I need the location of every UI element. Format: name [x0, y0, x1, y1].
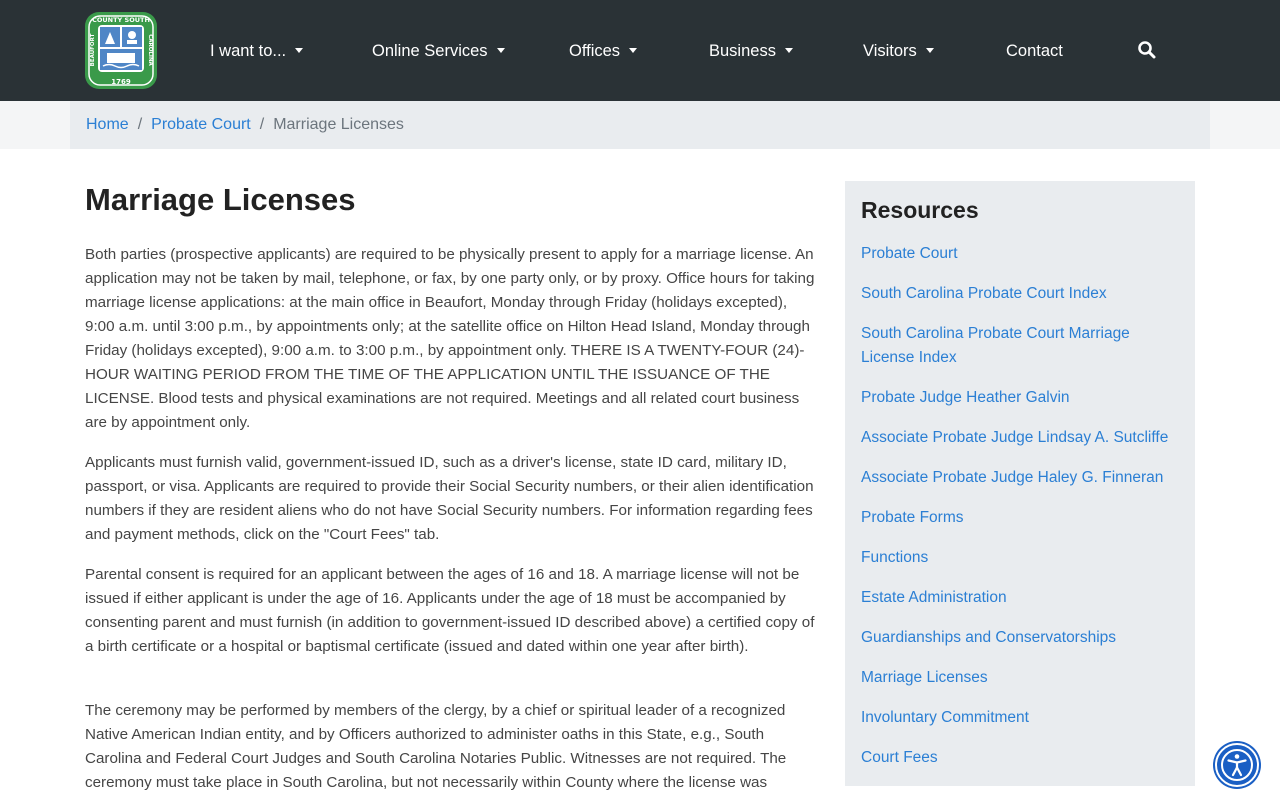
logo-top-text: COUNTY SOUTH [92, 16, 150, 24]
sidebar-link-marriage-license-index[interactable]: South Carolina Probate Court Marriage Li… [861, 322, 1186, 370]
caret-down-icon [496, 47, 505, 53]
nav-contact[interactable]: Contact [1006, 39, 1063, 63]
nav-offices-label: Offices [569, 42, 621, 60]
sidebar-link-probate-court[interactable]: Probate Court [861, 242, 1186, 266]
sidebar-link-probate-forms[interactable]: Probate Forms [861, 506, 1186, 530]
sidebar-link-probate-court-index[interactable]: South Carolina Probate Court Index [861, 282, 1186, 306]
nav-online-services[interactable]: Online Services [372, 39, 505, 63]
nav-visitors[interactable]: Visitors [863, 39, 934, 63]
breadcrumb: Home / Probate Court / Marriage Licenses [86, 113, 404, 137]
caret-down-icon [629, 47, 638, 53]
nav-contact-label: Contact [1006, 42, 1063, 60]
logo-left-text: BEAUFORT [90, 33, 96, 66]
nav-business[interactable]: Business [709, 39, 793, 63]
sidebar-title: Resources [861, 197, 979, 223]
paragraph-ceremony: The ceremony may be performed by members… [85, 702, 787, 791]
caret-down-icon [295, 47, 304, 53]
nav-i-want-to[interactable]: I want to... [210, 39, 304, 63]
sidebar-link-judge-galvin[interactable]: Probate Judge Heather Galvin [861, 386, 1186, 410]
paragraph-parental-consent: Parental consent is required for an appl… [85, 566, 815, 655]
top-navbar [0, 0, 1280, 101]
logo-right-text: CAROLINA [147, 34, 153, 66]
breadcrumb-current: Marriage Licenses [273, 116, 404, 133]
accessibility-icon [1221, 749, 1253, 781]
sidebar-link-guardianships[interactable]: Guardianships and Conservatorships [861, 626, 1186, 650]
nav-visitors-label: Visitors [863, 42, 917, 60]
nav-business-label: Business [709, 42, 776, 60]
accessibility-button[interactable] [1215, 743, 1259, 787]
sidebar-link-court-fees[interactable]: Court Fees [861, 746, 1186, 770]
nav-offices[interactable]: Offices [569, 39, 638, 63]
breadcrumb-home-link[interactable]: Home [86, 113, 129, 137]
sidebar-link-functions[interactable]: Functions [861, 546, 1186, 570]
caret-down-icon [925, 47, 934, 53]
nav-i-want-to-label: I want to... [210, 42, 287, 60]
sidebar-link-judge-finneran[interactable]: Associate Probate Judge Haley G. Finnera… [861, 466, 1186, 490]
search-icon[interactable] [1136, 39, 1158, 61]
sidebar-link-involuntary-commitment[interactable]: Involuntary Commitment [861, 706, 1186, 730]
caret-down-icon [784, 47, 793, 53]
county-seal-logo[interactable]: COUNTY SOUTH BEAUFORT CAROLINA 1769 [85, 12, 157, 89]
breadcrumb-separator: / [137, 116, 143, 133]
sidebar-link-judge-sutcliffe[interactable]: Associate Probate Judge Lindsay A. Sutcl… [861, 426, 1186, 450]
paragraph-identification: Applicants must furnish valid, governmen… [85, 454, 814, 543]
paragraph-application-requirements: Both parties (prospective applicants) ar… [85, 246, 815, 431]
page-title: Marriage Licenses [85, 182, 356, 217]
sidebar-link-marriage-licenses[interactable]: Marriage Licenses [861, 666, 1186, 690]
breadcrumb-probate-court-link[interactable]: Probate Court [151, 113, 251, 137]
nav-online-services-label: Online Services [372, 42, 488, 60]
sidebar-link-estate-administration[interactable]: Estate Administration [861, 586, 1186, 610]
logo-year: 1769 [111, 78, 131, 86]
breadcrumb-separator: / [259, 116, 265, 133]
